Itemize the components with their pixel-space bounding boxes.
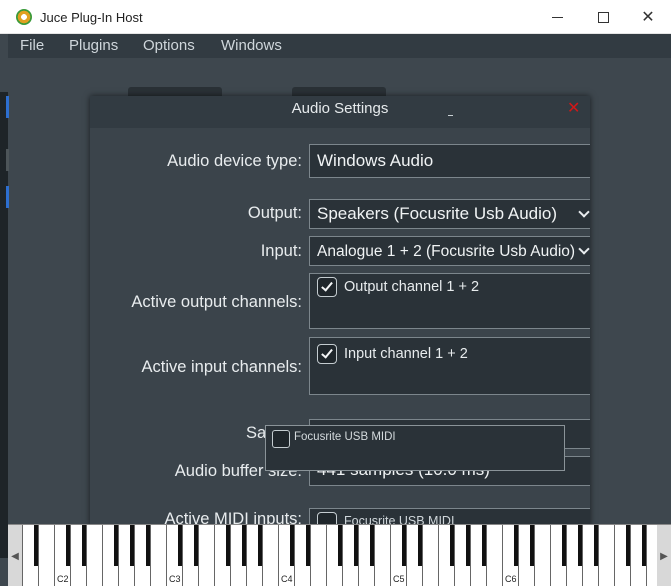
white-key[interactable]	[374, 525, 390, 586]
device-type-label: Audio device type:	[167, 152, 302, 170]
dialog-title: Audio Settings	[291, 100, 389, 117]
checkmark-icon	[321, 346, 333, 359]
menu-plugins[interactable]: Plugins	[69, 37, 118, 54]
device-type-value: Windows Audio	[317, 151, 434, 170]
output-device-dropdown[interactable]: Speakers (Focusrite Usb Audio)	[309, 199, 590, 229]
input-device-dropdown[interactable]: Analogue 1 + 2 (Focusrite Usb Audio)	[309, 236, 590, 266]
window-title: Juce Plug-In Host	[40, 10, 143, 25]
midi-keyboard[interactable]: C2 C3 C4 C5 C6 ◀ ▶	[8, 524, 671, 586]
white-key[interactable]	[310, 525, 326, 586]
title-mark	[448, 115, 453, 116]
close-window-button[interactable]: ✕	[625, 0, 671, 34]
menu-bar: File Plugins Options Windows	[8, 34, 671, 58]
output-label: Output:	[247, 204, 302, 222]
input-channel-checkbox[interactable]	[317, 344, 337, 364]
output-channels-list: Output channel 1 + 2	[309, 273, 590, 329]
white-key[interactable]	[486, 525, 502, 586]
close-icon: ✕	[641, 9, 655, 26]
active-input-channels-label: Active input channels:	[141, 358, 302, 376]
maximize-icon	[597, 11, 609, 23]
juce-app-icon	[16, 9, 32, 25]
midi-device-popup: Focusrite USB MIDI	[265, 425, 565, 471]
white-key[interactable]	[150, 525, 166, 586]
title-bar: Juce Plug-In Host ✕	[0, 0, 671, 34]
white-key[interactable]	[38, 525, 54, 586]
midi-device-checkbox[interactable]	[272, 430, 290, 448]
octave-label: C3	[169, 574, 181, 584]
chevron-down-icon	[578, 243, 590, 255]
midi-device-label: Focusrite USB MIDI	[294, 431, 396, 443]
octave-label: C6	[505, 574, 517, 584]
device-type-dropdown[interactable]: Windows Audio	[309, 144, 590, 178]
maximize-button[interactable]	[580, 0, 626, 34]
input-label: Input:	[260, 242, 302, 260]
minimize-icon	[551, 16, 563, 18]
dialog-close-icon[interactable]: ✕	[567, 98, 580, 118]
keyboard-scroll-right-button[interactable]: ▶	[657, 525, 671, 586]
checkmark-icon	[321, 279, 333, 292]
left-arrow-icon: ◀	[11, 550, 19, 562]
input-channels-list: Input channel 1 + 2	[309, 337, 590, 395]
white-key[interactable]	[198, 525, 214, 586]
input-channel-label: Input channel 1 + 2	[344, 346, 468, 362]
chevron-down-icon	[578, 206, 590, 218]
octave-label: C4	[281, 574, 293, 584]
output-device-value: Speakers (Focusrite Usb Audio)	[317, 204, 557, 223]
menu-windows[interactable]: Windows	[221, 37, 282, 54]
left-selection-marker	[6, 96, 9, 118]
white-key[interactable]	[262, 525, 278, 586]
menu-file[interactable]: File	[20, 37, 44, 54]
white-key[interactable]	[86, 525, 102, 586]
output-channel-checkbox[interactable]	[317, 277, 337, 297]
octave-label: C2	[57, 574, 69, 584]
input-device-value: Analogue 1 + 2 (Focusrite Usb Audio)	[317, 243, 576, 260]
octave-label: C5	[393, 574, 405, 584]
keyboard-scroll-left-button[interactable]: ◀	[8, 525, 22, 586]
white-key[interactable]	[422, 525, 438, 586]
left-selection-marker	[6, 186, 9, 208]
output-channel-label: Output channel 1 + 2	[344, 279, 480, 295]
active-output-channels-label: Active output channels:	[131, 293, 302, 311]
dialog-title-bar: Audio Settings ✕	[90, 96, 590, 128]
white-key[interactable]	[598, 525, 614, 586]
right-arrow-icon: ▶	[660, 550, 668, 562]
left-marker	[6, 149, 9, 171]
minimize-button[interactable]	[534, 0, 580, 34]
white-key[interactable]	[534, 525, 550, 586]
menu-options[interactable]: Options	[143, 37, 195, 54]
